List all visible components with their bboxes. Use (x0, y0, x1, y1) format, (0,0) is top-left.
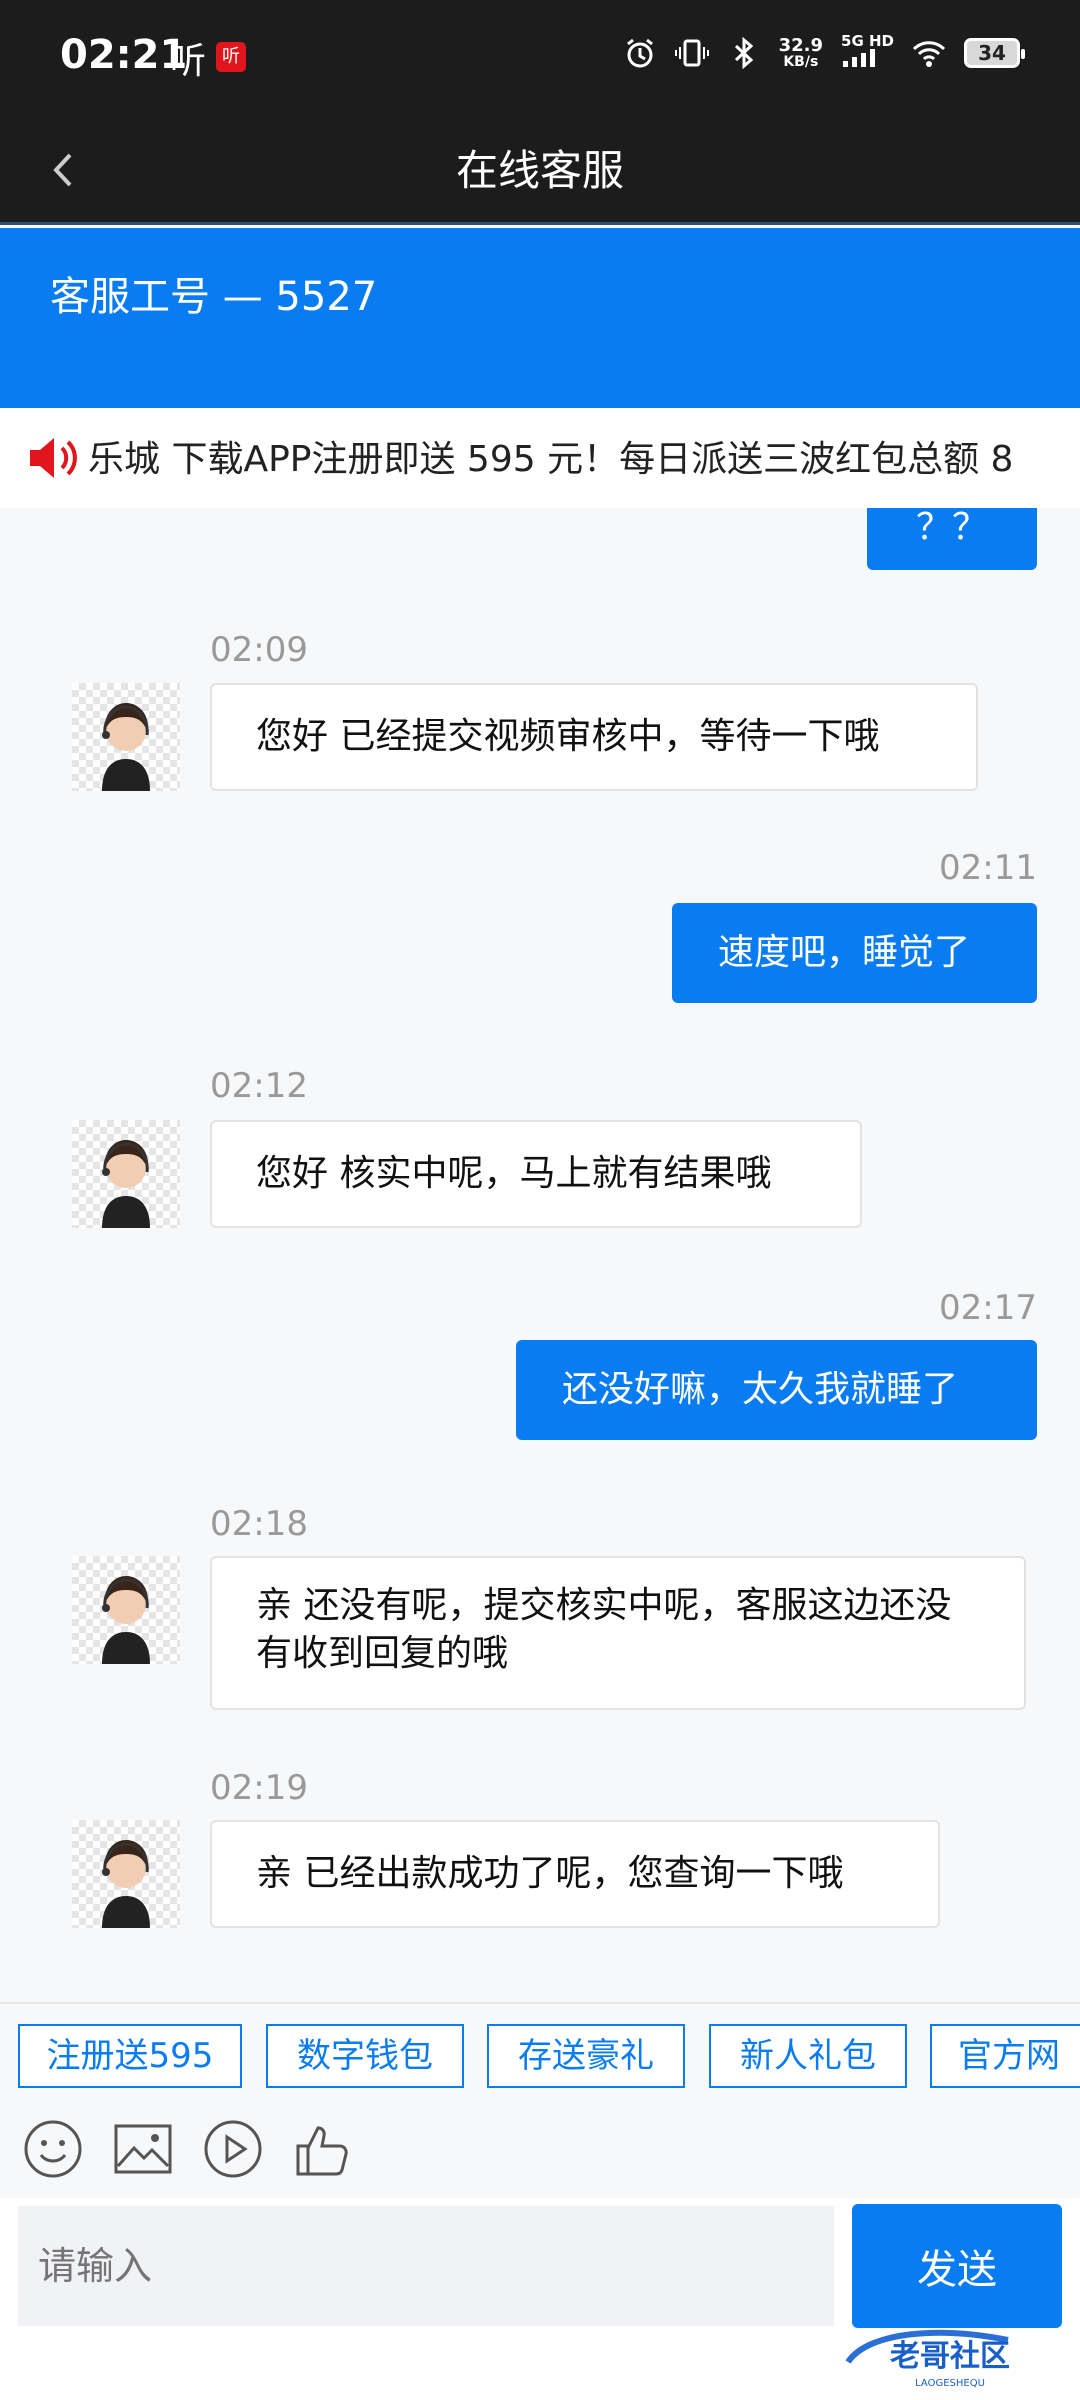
incoming-message: 亲 还没有呢，提交核实中呢，客服这边还没有收到回复的哦 (210, 1556, 1026, 1710)
image-icon[interactable] (112, 2118, 174, 2180)
page-title: 在线客服 (455, 146, 624, 195)
agent-avatar-image (102, 1140, 150, 1228)
status-time: 02:21 (60, 32, 188, 78)
agent-avatar-image (102, 1576, 150, 1664)
outgoing-message: 速度吧，睡觉了 (672, 903, 1037, 1003)
message-input-row: 发送 老哥社区 LAOGESHEQU (0, 2198, 1080, 2400)
incoming-message: 您好 核实中呢，马上就有结果哦 (210, 1120, 862, 1228)
agent-avatar (72, 1556, 180, 1664)
incoming-message: 亲 已经出款成功了呢，您查询一下哦 (210, 1820, 940, 1928)
emoji-icon[interactable] (22, 2118, 84, 2180)
signal-bars-icon (843, 49, 876, 67)
agent-avatar (72, 683, 180, 791)
vibrate-icon (674, 39, 709, 66)
agent-header: 客服工号 — 5527 (0, 228, 1080, 408)
watermark-subtext: LAOGESHEQU (915, 2378, 985, 2389)
incoming-message: 您好 已经提交视频审核中，等待一下哦 (210, 683, 978, 791)
agent-avatar (72, 1120, 180, 1228)
message-time: 02:19 (210, 1768, 308, 1808)
outgoing-message: ？？ (867, 508, 1037, 570)
message-time: 02:17 (939, 1288, 1037, 1328)
bluetooth-icon (734, 36, 753, 69)
message-time: 02:12 (210, 1066, 308, 1106)
send-button[interactable]: 发送 (852, 2204, 1062, 2328)
quick-tag[interactable]: 存送豪礼 (487, 2024, 685, 2088)
title-bar: 在线客服 (0, 115, 1080, 225)
outgoing-message: 还没好嘛，太久我就睡了 (516, 1340, 1037, 1440)
agent-id-label: 客服工号 — 5527 (50, 274, 378, 320)
wifi-icon (912, 40, 946, 67)
input-tools (0, 2108, 1080, 2198)
announcement-text: 乐城 下载APP注册即送 595 元！每日派送三波红包总额 8 (88, 439, 1014, 480)
quick-tag[interactable]: 注册送595 (18, 2024, 242, 2088)
agent-avatar-image (102, 1840, 150, 1928)
video-icon[interactable] (202, 2118, 264, 2180)
quick-tag[interactable]: 新人礼包 (709, 2024, 907, 2088)
chat-messages: ？？ 02:09 您好 已经提交视频审核中，等待一下哦 02:11 速度吧，睡觉… (0, 508, 1080, 2002)
quick-reply-bar: 注册送595 数字钱包 存送豪礼 新人礼包 官方网 (0, 2002, 1080, 2108)
status-bar: 02:21 听 听 32.9 KB/s 5G HD 34 (0, 0, 1080, 115)
watermark-logo: 老哥社区 LAOGESHEQU (842, 2328, 1058, 2389)
announcement-marquee: 乐城 下载APP注册即送 595 元！每日派送三波红包总额 8 (0, 408, 1080, 508)
alarm-icon (626, 38, 653, 67)
battery-icon: 34 (964, 37, 1025, 68)
watermark-text: 老哥社区 (890, 2339, 1010, 2374)
cellular-signal: 5G HD (841, 34, 894, 71)
net-speed: 32.9 KB/s (778, 34, 824, 70)
message-time: 02:09 (210, 630, 308, 670)
quick-tag[interactable]: 官方网 (930, 2024, 1080, 2088)
message-time: 02:11 (939, 848, 1037, 888)
status-app-label: 听 (170, 41, 207, 82)
agent-avatar (72, 1820, 180, 1928)
speaker-icon (30, 438, 77, 478)
notification-badge-icon: 听 (216, 42, 246, 72)
thumbs-up-icon[interactable] (292, 2118, 354, 2180)
message-input[interactable] (18, 2206, 834, 2326)
quick-tag[interactable]: 数字钱包 (266, 2024, 464, 2088)
agent-avatar-image (102, 703, 150, 791)
message-time: 02:18 (210, 1504, 308, 1544)
